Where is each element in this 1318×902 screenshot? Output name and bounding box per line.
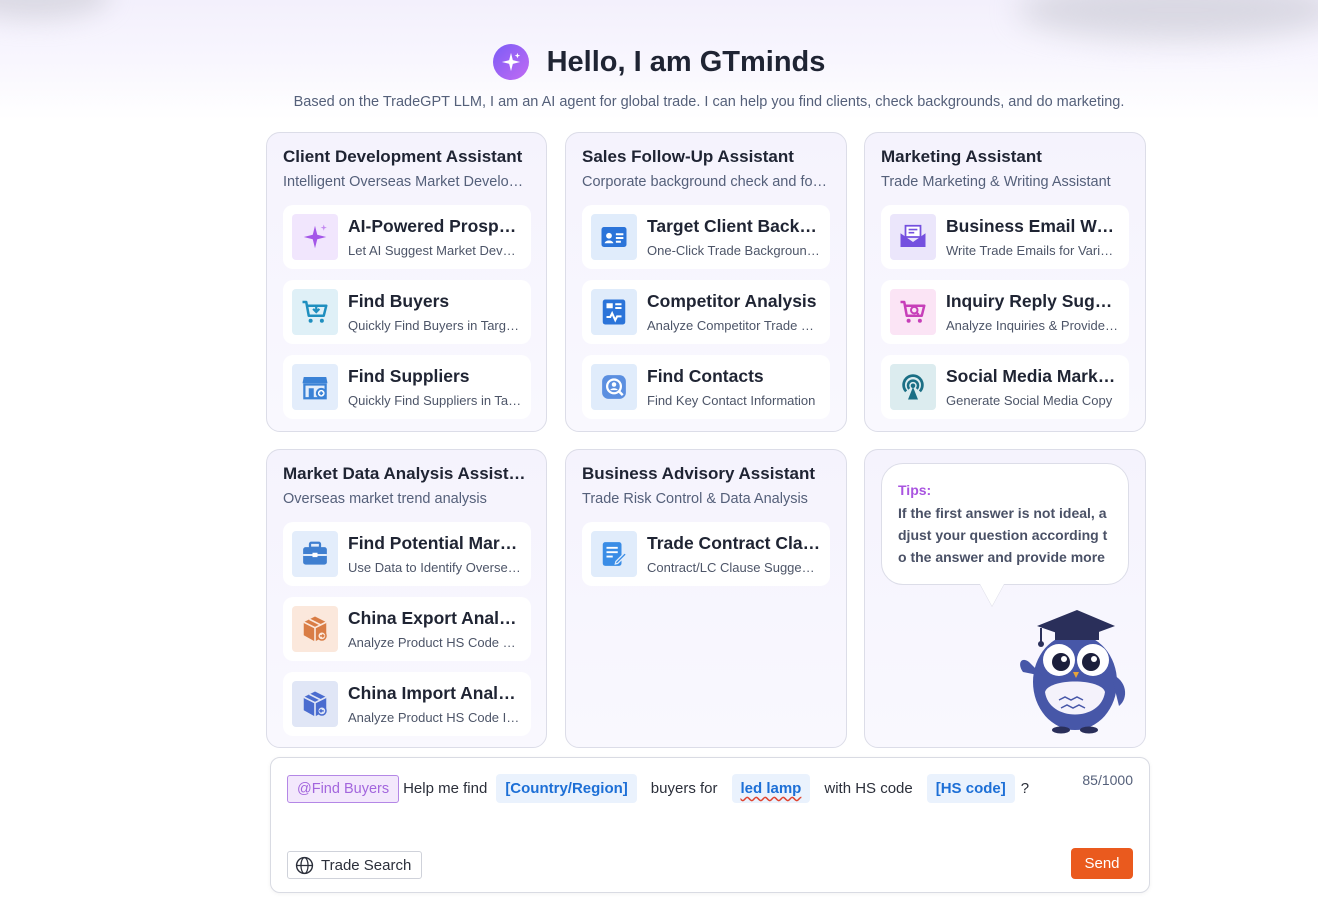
mail-icon: [890, 214, 936, 260]
globe-icon: [295, 856, 314, 875]
briefcase-icon: [292, 531, 338, 577]
tips-bubble-tail: [980, 584, 1004, 606]
card-desc: Overseas market trend analysis: [283, 491, 487, 507]
decorative-glow-left: [0, 0, 110, 20]
card-desc: Trade Marketing & Writing Assistant: [881, 174, 1111, 190]
item-find-buyers[interactable]: Find Buyers Quickly Find Buyers in Target…: [283, 280, 531, 344]
sparkle-icon: [492, 44, 529, 80]
prompt-segment: buyers for: [650, 780, 718, 797]
card-title: Marketing Assistant: [881, 147, 1042, 166]
item-name: Social Media Marketing: [946, 366, 1120, 386]
page-subtitle: Based on the TradeGPT LLM, I am an AI ag…: [0, 94, 1318, 110]
contract-edit-icon: [591, 531, 637, 577]
decorative-glow-right: [1018, 0, 1318, 40]
card-sales-follow-up: Sales Follow-Up Assistant Corporate back…: [565, 132, 847, 432]
prompt-segment: Help me find: [403, 780, 488, 797]
item-target-client-background[interactable]: Target Client Background Check One-Click …: [582, 205, 830, 269]
slot-product-text: led lamp: [740, 780, 802, 797]
item-name: AI-Powered Prospecting: [348, 216, 522, 236]
item-competitor-analysis[interactable]: Competitor Analysis Analyze Competitor Tr…: [582, 280, 830, 344]
item-name: Find Potential Markets: [348, 533, 522, 553]
card-title: Client Development Assistant: [283, 147, 523, 166]
prompt-composer[interactable]: @Find Buyers Help me find [Country/Regio…: [270, 757, 1150, 893]
item-name: Find Suppliers: [348, 366, 470, 386]
item-name: Competitor Analysis: [647, 291, 817, 311]
item-desc: Generate Social Media Copy: [946, 393, 1113, 408]
id-card-icon: [591, 214, 637, 260]
contact-search-icon: [591, 364, 637, 410]
slot-product[interactable]: led lamp: [731, 774, 811, 803]
item-find-contacts[interactable]: Find Contacts Find Key Contact Informatio…: [582, 355, 830, 419]
tips-card: Tips: If the first answer is not ideal, …: [864, 449, 1146, 748]
mention-chip[interactable]: @Find Buyers: [287, 774, 400, 803]
item-china-export-analysis[interactable]: China Export Analysis Analyze Product HS …: [283, 597, 531, 661]
page-subtitle-text: Based on the TradeGPT LLM, I am an AI ag…: [293, 94, 1125, 110]
trade-search-button[interactable]: Trade Search: [287, 851, 423, 879]
item-desc: Analyze Product HS Code Import Data: [348, 710, 522, 725]
item-name: Find Contacts: [647, 366, 764, 386]
send-button[interactable]: Send: [1071, 848, 1133, 879]
prompt-segment: ?: [1020, 780, 1030, 797]
tips-text: If the first answer is not ideal, adjust…: [898, 505, 1108, 565]
item-desc: Quickly Find Buyers in Target Markets: [348, 318, 522, 333]
item-desc: Analyze Competitor Trade Data: [647, 318, 821, 333]
trade-search-label: Trade Search: [321, 856, 412, 874]
item-trade-contract-clause[interactable]: Trade Contract Clause Contract/LC Clause …: [582, 522, 830, 586]
item-name: Trade Contract Clause: [647, 533, 821, 553]
card-desc: Corporate background check and follow-up: [582, 174, 830, 190]
item-business-email-writing[interactable]: Business Email Writing Write Trade Emails…: [881, 205, 1129, 269]
card-market-data-analysis: Market Data Analysis Assistant Overseas …: [266, 449, 547, 748]
item-name: Business Email Writing: [946, 216, 1120, 236]
card-desc: Intelligent Overseas Market Development: [283, 174, 530, 190]
item-find-suppliers[interactable]: Find Suppliers Quickly Find Suppliers in …: [283, 355, 531, 419]
item-name: China Export Analysis: [348, 608, 522, 628]
card-client-development: Client Development Assistant Intelligent…: [266, 132, 547, 432]
item-desc: Write Trade Emails for Various Scenarios: [946, 243, 1120, 258]
item-name: Target Client Background Check: [647, 216, 821, 236]
card-marketing: Marketing Assistant Trade Marketing & Wr…: [864, 132, 1146, 432]
prompt-segment: with HS code: [824, 780, 913, 797]
item-desc: Contract/LC Clause Suggestions: [647, 560, 821, 575]
card-title: Market Data Analysis Assistant: [283, 464, 530, 483]
slot-country-region[interactable]: [Country/Region]: [496, 774, 637, 803]
item-inquiry-reply[interactable]: Inquiry Reply Suggestions Analyze Inquiri…: [881, 280, 1129, 344]
export-box-icon: [292, 606, 338, 652]
card-title: Business Advisory Assistant: [582, 464, 816, 483]
card-title: Sales Follow-Up Assistant: [582, 147, 794, 166]
tips-label: Tips:: [898, 482, 932, 498]
item-desc: Quickly Find Suppliers in Target Markets: [348, 393, 522, 408]
item-name: Find Buyers: [348, 291, 450, 311]
chart-doc-icon: [591, 289, 637, 335]
sparkle-icon: [292, 214, 338, 260]
page-title: Hello, I am GTminds: [546, 45, 826, 78]
item-desc: Let AI Suggest Market Development: [348, 243, 522, 258]
item-china-import-analysis[interactable]: China Import Analysis Analyze Product HS …: [283, 672, 531, 736]
prompt-text[interactable]: @Find Buyers Help me find [Country/Regio…: [287, 774, 1029, 803]
item-desc: Find Key Contact Information: [647, 393, 816, 408]
tips-bubble: Tips: If the first answer is not ideal, …: [881, 463, 1129, 585]
header: Hello, I am GTminds: [0, 40, 1318, 84]
cart-search-icon: [890, 289, 936, 335]
item-desc: Analyze Inquiries & Provide Replies: [946, 318, 1120, 333]
owl-mascot-icon: [1015, 602, 1133, 739]
item-find-potential-markets[interactable]: Find Potential Markets Use Data to Identi…: [283, 522, 531, 586]
item-name: China Import Analysis: [348, 683, 522, 703]
import-box-icon: [292, 681, 338, 727]
char-counter: 85/1000: [1082, 772, 1133, 788]
item-desc: Analyze Product HS Code Export Data: [348, 635, 522, 650]
item-social-media-marketing[interactable]: Social Media Marketing Generate Social Me…: [881, 355, 1129, 419]
item-name: Inquiry Reply Suggestions: [946, 291, 1120, 311]
item-ai-powered-prospecting[interactable]: AI-Powered Prospecting Let AI Suggest Mar…: [283, 205, 531, 269]
item-desc: Use Data to Identify Overseas Markets: [348, 560, 522, 575]
broadcast-icon: [890, 364, 936, 410]
cart-icon: [292, 289, 338, 335]
item-desc: One-Click Trade Background Check: [647, 243, 821, 258]
store-icon: [292, 364, 338, 410]
card-desc: Trade Risk Control & Data Analysis: [582, 491, 808, 507]
slot-hs-code[interactable]: [HS code]: [926, 774, 1015, 803]
card-business-advisory: Business Advisory Assistant Trade Risk C…: [565, 449, 847, 748]
